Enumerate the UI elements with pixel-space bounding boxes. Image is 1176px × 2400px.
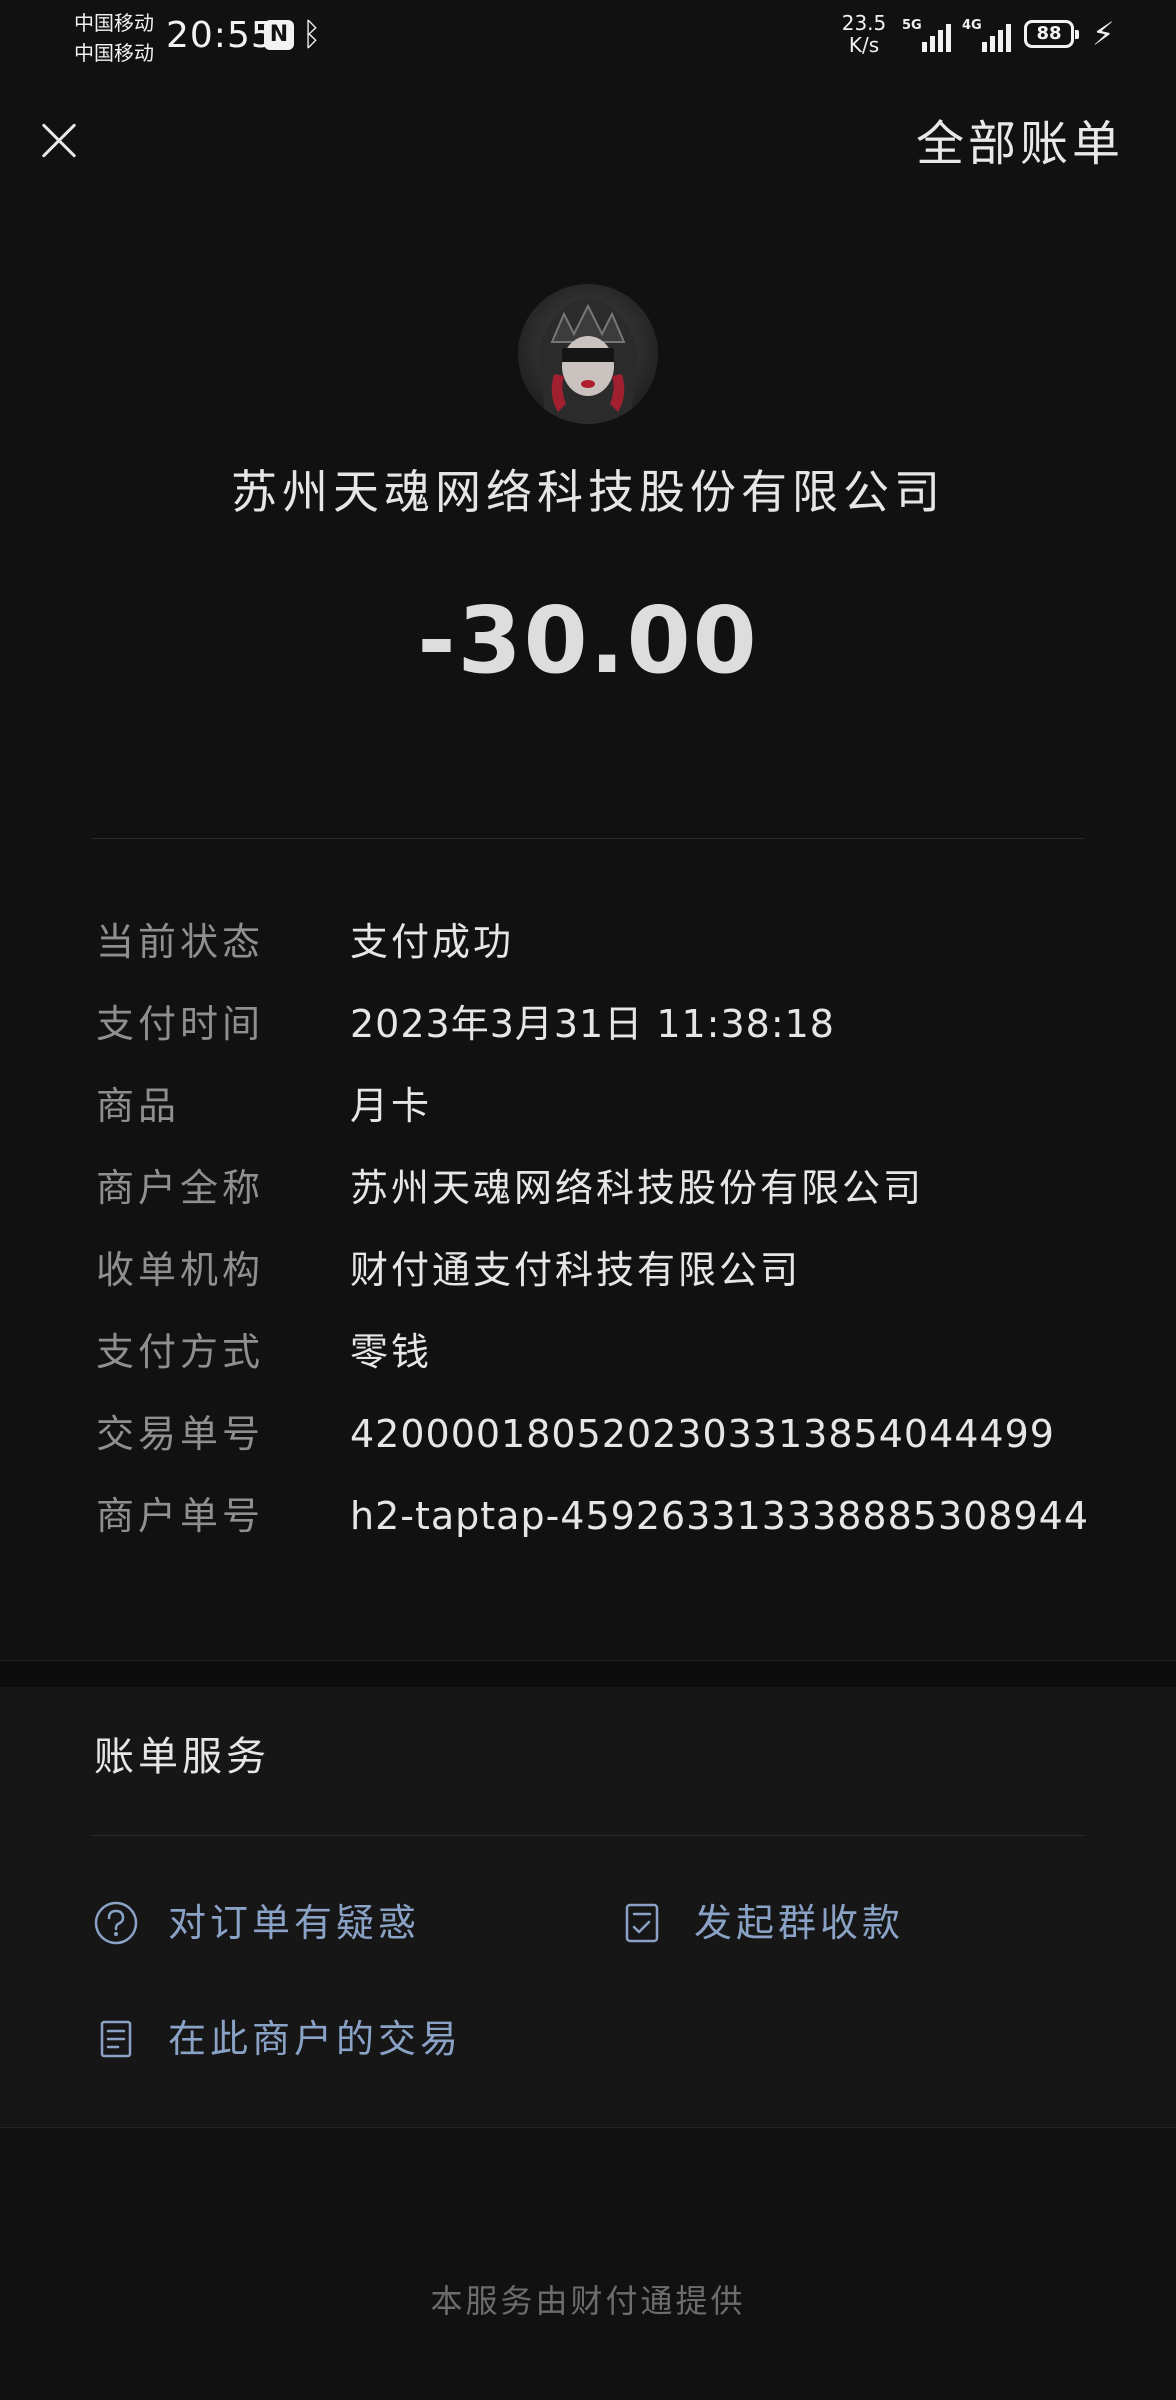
battery-level: 88 <box>1036 23 1062 44</box>
nfc-icon: N <box>264 20 294 50</box>
service-label: 发起群收款 <box>694 1901 905 1945</box>
detail-label: 交易单号 <box>96 1412 265 1456</box>
detail-value: 支付成功 <box>350 920 515 964</box>
divider <box>92 1835 1084 1836</box>
battery-icon: 88 <box>1024 20 1079 48</box>
signal-5g-label: 5G <box>902 18 922 33</box>
detail-value: 零钱 <box>350 1330 433 1374</box>
signal-4g-icon: 4G <box>962 18 1014 52</box>
merchant-name: 苏州天魂网络科技股份有限公司 <box>231 465 945 519</box>
payment-amount: -30.00 <box>417 587 759 694</box>
carrier-labels: 中国移动 中国移动 <box>74 8 154 68</box>
avatar-image <box>518 284 658 424</box>
detail-row-transaction-id: 交易单号 4200001805202303313854044499 <box>96 1404 1096 1464</box>
network-speed-value: 23.5 <box>841 11 887 35</box>
checklist-icon <box>625 1903 659 1943</box>
divider <box>0 2127 1176 2128</box>
document-icon <box>100 2020 132 2058</box>
detail-label: 支付方式 <box>96 1330 265 1374</box>
detail-value: 月卡 <box>350 1084 433 1128</box>
service-label: 对订单有疑惑 <box>168 1901 421 1945</box>
detail-label: 商户全称 <box>96 1166 265 1210</box>
merchant-avatar <box>518 284 658 424</box>
bluetooth-icon: ᛒ <box>302 15 322 53</box>
detail-row-merchant-order-id: 商户单号 h2-taptap-459263313338885308944 <box>96 1486 1096 1546</box>
detail-row-pay-method: 支付方式 零钱 <box>96 1322 1096 1382</box>
network-speed-unit: K/s <box>848 33 880 57</box>
bill-services-panel: 账单服务 对订单有疑惑 发起群收款 在此商户的交易 <box>0 1687 1176 2127</box>
signal-4g-label: 4G <box>962 18 982 33</box>
detail-row-pay-time: 支付时间 2023年3月31日 11:38:18 <box>96 994 1096 1054</box>
detail-row-acquirer: 收单机构 财付通支付科技有限公司 <box>96 1240 1096 1300</box>
bill-detail-page: 中国移动 中国移动 20:55 N ᛒ 23.5 K/s 5G 4G 88 ⚡ <box>0 0 1176 2400</box>
detail-label: 支付时间 <box>96 1002 265 1046</box>
detail-value[interactable]: h2-taptap-459263313338885308944 <box>350 1486 1089 1546</box>
detail-value: 财付通支付科技有限公司 <box>350 1248 802 1292</box>
detail-value: 苏州天魂网络科技股份有限公司 <box>350 1166 925 1210</box>
status-bar: 中国移动 中国移动 20:55 N ᛒ 23.5 K/s 5G 4G 88 ⚡ <box>0 0 1176 70</box>
signal-5g-icon: 5G <box>902 18 954 52</box>
detail-label: 收单机构 <box>96 1248 265 1292</box>
question-circle-icon <box>94 1901 138 1945</box>
detail-value: 2023年3月31日 11:38:18 <box>350 1002 835 1046</box>
detail-label: 商户单号 <box>96 1494 265 1538</box>
bill-services-title: 账单服务 <box>94 1734 270 1780</box>
divider <box>92 838 1084 839</box>
footer-provider-text: 本服务由财付通提供 <box>430 2282 746 2320</box>
detail-label: 当前状态 <box>96 920 265 964</box>
all-bills-button[interactable]: 全部账单 <box>916 114 1124 174</box>
carrier-1: 中国移动 <box>74 11 154 35</box>
detail-value[interactable]: 4200001805202303313854044499 <box>350 1404 1055 1464</box>
service-label: 在此商户的交易 <box>168 2017 463 2061</box>
charging-icon: ⚡ <box>1092 15 1115 53</box>
close-icon[interactable] <box>34 116 84 166</box>
carrier-2: 中国移动 <box>74 41 154 65</box>
detail-row-status: 当前状态 支付成功 <box>96 912 1096 972</box>
section-gap <box>0 1660 1176 1688</box>
network-speed: 23.5 K/s <box>838 12 890 56</box>
detail-label: 商品 <box>96 1084 181 1128</box>
detail-row-product: 商品 月卡 <box>96 1076 1096 1136</box>
status-clock: 20:55 <box>166 15 275 56</box>
detail-row-merchant-full-name: 商户全称 苏州天魂网络科技股份有限公司 <box>96 1158 1096 1218</box>
